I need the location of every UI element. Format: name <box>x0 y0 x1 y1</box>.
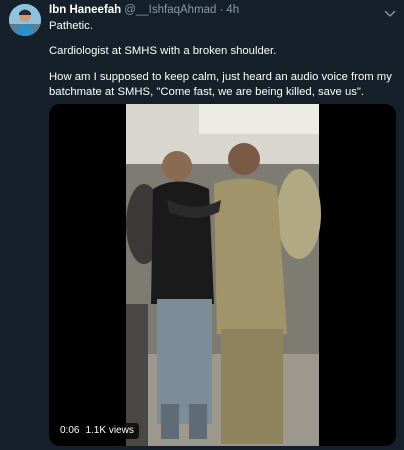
avatar[interactable] <box>9 4 41 36</box>
video-views: 1.1K views <box>85 425 134 436</box>
tweet[interactable]: Ibn Haneefah @__IshfaqAhmad · 4h Pathetic. … <box>0 0 404 450</box>
tweet-text-line: Cardiologist at SMHS with a broken shoul… <box>49 45 277 57</box>
tweet-text-line: How am I supposed to keep calm, just hea… <box>49 71 392 98</box>
display-name[interactable]: Ibn Haneefah <box>49 4 121 16</box>
video-frame <box>49 104 396 446</box>
tweet-header: Ibn Haneefah @__IshfaqAhmad · 4h <box>49 4 239 16</box>
video-stats-badge: 0:06 1.1K views <box>55 423 139 439</box>
separator-dot: · <box>219 4 224 16</box>
chevron-down-icon[interactable] <box>384 6 396 17</box>
tweet-text-line: Pathetic. <box>49 20 93 32</box>
video-player[interactable]: 0:06 1.1K views <box>49 104 396 446</box>
video-duration: 0:06 <box>60 425 80 436</box>
timestamp[interactable]: 4h <box>226 4 239 16</box>
user-handle[interactable]: @__IshfaqAhmad <box>124 4 216 16</box>
